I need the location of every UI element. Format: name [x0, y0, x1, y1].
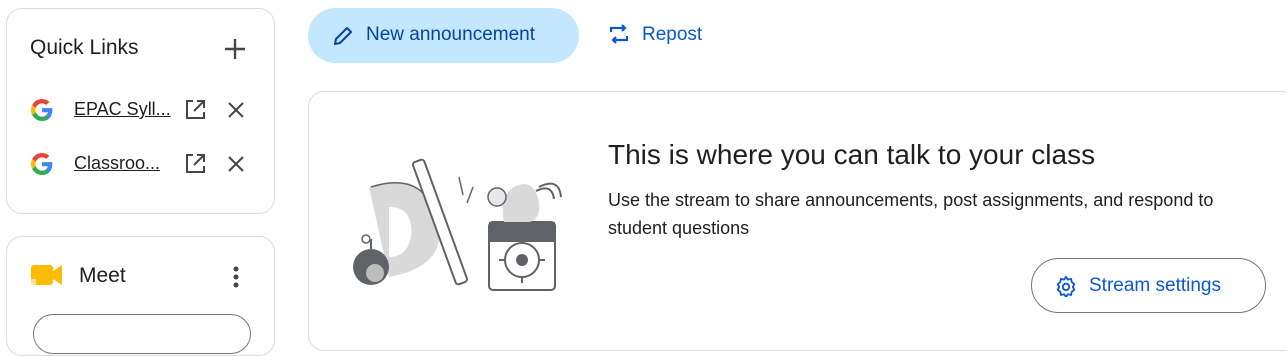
quick-link-label[interactable]: Classroo... — [74, 153, 160, 174]
meet-card: Meet — [6, 236, 275, 356]
meet-title: Meet — [79, 264, 126, 287]
close-icon — [228, 102, 244, 118]
open-link-button[interactable] — [182, 97, 208, 123]
stream-illustration — [353, 158, 562, 291]
more-vert-icon — [233, 266, 239, 288]
repost-label: Repost — [642, 24, 703, 45]
quick-link-item: EPAC Syll... — [7, 90, 276, 130]
quick-link-item: Classroo... — [7, 144, 276, 184]
open-in-new-icon — [186, 100, 205, 119]
quick-links-card: Quick Links EPAC Syll... Classroo... — [6, 8, 275, 214]
quick-links-title: Quick Links — [30, 36, 139, 59]
pencil-icon — [334, 27, 352, 45]
stream-settings-label: Stream settings — [1089, 275, 1221, 296]
gear-icon — [1056, 275, 1076, 297]
remove-link-button[interactable] — [223, 151, 249, 177]
new-announcement-label: New announcement — [366, 24, 535, 45]
meet-more-button[interactable] — [223, 262, 249, 292]
close-icon — [228, 156, 244, 172]
stream-title: This is where you can talk to your class — [608, 139, 1096, 170]
open-in-new-icon — [186, 154, 205, 173]
add-link-button[interactable] — [217, 31, 253, 67]
repost-icon — [609, 24, 629, 44]
google-icon — [31, 153, 53, 175]
open-link-button[interactable] — [182, 151, 208, 177]
new-announcement-button[interactable]: New announcement — [308, 8, 579, 63]
remove-link-button[interactable] — [223, 97, 249, 123]
stream-card: This is where you can talk to your class… — [308, 91, 1287, 351]
meet-link-button[interactable] — [33, 314, 251, 354]
stream-settings-button[interactable]: Stream settings — [1031, 258, 1266, 313]
quick-link-label[interactable]: EPAC Syll... — [74, 99, 171, 120]
google-icon — [31, 99, 53, 121]
google-meet-icon — [31, 265, 62, 285]
plus-icon — [225, 39, 245, 59]
stream-description: Use the stream to share announcements, p… — [608, 190, 1214, 238]
